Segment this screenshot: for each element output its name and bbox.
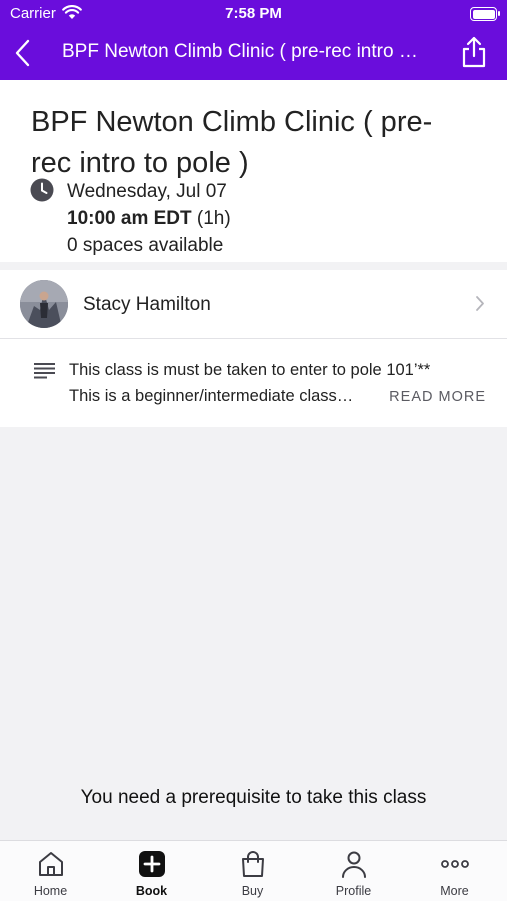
text-lines-icon	[34, 363, 55, 379]
tab-label: Book	[135, 884, 168, 898]
tab-book[interactable]: Book	[101, 841, 202, 901]
tab-label: Profile	[335, 884, 372, 898]
tab-buy[interactable]: Buy	[202, 841, 303, 901]
tab-label: Buy	[241, 884, 264, 898]
instructor-avatar	[20, 280, 68, 328]
class-header-card: BPF Newton Climb Clinic ( pre-rec intro …	[0, 80, 507, 262]
read-more-link[interactable]: READ MORE	[389, 389, 486, 405]
instructor-row[interactable]: Stacy Hamilton	[0, 270, 507, 339]
class-duration: (1h)	[196, 208, 231, 229]
tab-home[interactable]: Home	[0, 841, 101, 901]
description-line-1: This class is must be taken to enter to …	[69, 361, 431, 379]
spaces-available: 0 spaces available	[67, 235, 224, 256]
more-dots-icon	[440, 860, 469, 868]
nav-title: BPF Newton Climb Clinic ( pre-rec intro …	[62, 41, 422, 62]
back-button[interactable]	[10, 36, 36, 70]
class-date: Wednesday, Jul 07	[67, 181, 227, 202]
description-line-2: This is a beginner/intermediate class…	[69, 387, 354, 405]
shopping-bag-icon	[241, 851, 264, 877]
tab-label: Home	[33, 884, 68, 898]
share-button[interactable]	[459, 35, 489, 69]
class-time: 10:00 am EDT	[67, 208, 192, 229]
bottom-tab-bar: Home Book Buy Profile More	[0, 840, 507, 901]
description-section: This class is must be taken to enter to …	[0, 339, 507, 427]
prerequisite-message: You need a prerequisite to take this cla…	[80, 787, 427, 808]
home-icon	[38, 852, 63, 876]
status-bar: Carrier 7:58 PM	[0, 0, 507, 28]
status-time: 7:58 PM	[225, 5, 282, 22]
tab-label: More	[440, 884, 469, 898]
chevron-right-icon	[476, 296, 484, 311]
add-box-icon	[138, 851, 165, 877]
person-icon	[341, 851, 366, 878]
top-navigation-bar: Carrier 7:58 PM BPF Newton Climb Clinic …	[0, 0, 507, 80]
tab-profile[interactable]: Profile	[303, 841, 404, 901]
class-time-row: 10:00 am EDT (1h)	[67, 208, 231, 230]
instructor-name: Stacy Hamilton	[83, 294, 211, 315]
class-title: BPF Newton Climb Clinic ( pre-rec intro …	[31, 106, 433, 179]
tab-more[interactable]: More	[404, 841, 505, 901]
battery-icon	[470, 7, 500, 21]
clock-icon	[30, 178, 54, 202]
